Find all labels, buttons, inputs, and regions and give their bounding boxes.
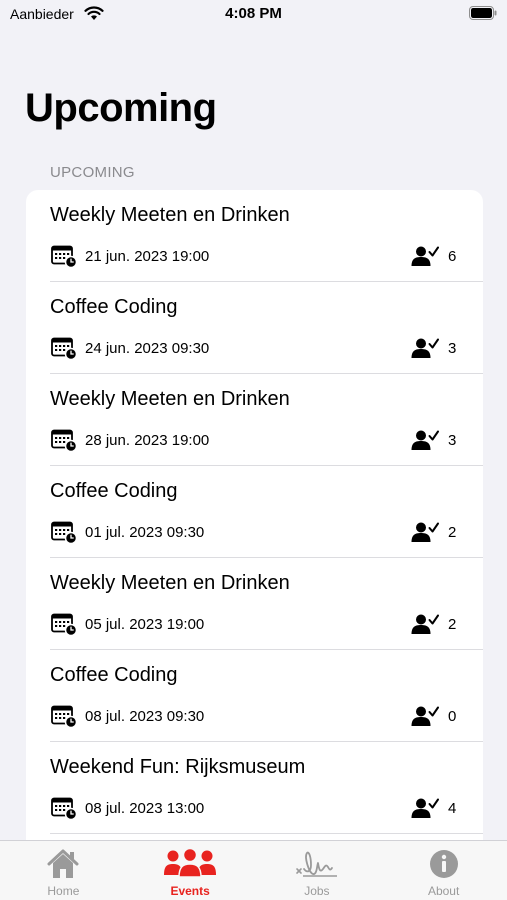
event-title: Weekly Meeten en Drinken xyxy=(50,388,290,410)
attendee-count: 0 xyxy=(448,708,457,725)
event-datetime: 01 jul. 2023 09:30 xyxy=(85,524,205,541)
section-header: UPCOMING xyxy=(50,164,135,181)
calendar-clock-icon xyxy=(51,245,77,268)
attendee-count: 3 xyxy=(448,340,457,357)
attendee-count: 3 xyxy=(448,432,457,449)
status-time: 4:08 PM xyxy=(225,5,282,22)
calendar-clock-icon xyxy=(51,705,77,728)
event-row[interactable]: Coffee Coding 08 jul. 2023 09:30 0 xyxy=(26,650,483,742)
status-bar: Aanbieder 4:08 PM xyxy=(0,0,507,30)
calendar-clock-icon xyxy=(51,521,77,544)
event-row[interactable]: Weekly Meeten en Drinken 28 jun. 2023 19… xyxy=(26,374,483,466)
tab-events-label: Events xyxy=(170,884,210,898)
tab-events[interactable]: Events xyxy=(127,841,254,900)
signature-icon xyxy=(296,851,337,877)
person-checkmark-icon xyxy=(411,430,439,450)
tab-bar: Home Events Jobs About xyxy=(0,840,507,900)
event-title: Coffee Coding xyxy=(50,664,178,686)
person-checkmark-icon xyxy=(411,798,439,818)
calendar-clock-icon xyxy=(51,429,77,452)
event-row[interactable]: Weekend Fun: Rijksmuseum 08 jul. 2023 13… xyxy=(26,742,483,834)
events-list: Weekly Meeten en Drinken 21 jun. 2023 19… xyxy=(26,190,483,890)
event-datetime: 08 jul. 2023 09:30 xyxy=(85,708,205,725)
info-icon xyxy=(429,850,458,878)
event-title: Coffee Coding xyxy=(50,480,178,502)
event-title: Coffee Coding xyxy=(50,296,178,318)
attendee-count: 4 xyxy=(448,800,457,817)
group-icon xyxy=(164,847,217,878)
event-row[interactable]: Weekly Meeten en Drinken 21 jun. 2023 19… xyxy=(26,190,483,282)
person-checkmark-icon xyxy=(411,338,439,358)
tab-home-label: Home xyxy=(47,884,80,898)
tab-about-label: About xyxy=(427,884,460,898)
event-datetime: 24 jun. 2023 09:30 xyxy=(85,340,210,357)
person-checkmark-icon xyxy=(411,706,439,726)
tab-about[interactable]: About xyxy=(380,841,507,900)
attendee-count: 2 xyxy=(448,616,457,633)
page-title: Upcoming xyxy=(25,86,217,130)
event-datetime: 21 jun. 2023 19:00 xyxy=(85,248,210,265)
house-icon xyxy=(47,849,79,878)
calendar-clock-icon xyxy=(51,337,77,360)
person-checkmark-icon xyxy=(411,522,439,542)
event-row[interactable]: Coffee Coding 24 jun. 2023 09:30 3 xyxy=(26,282,483,374)
event-datetime: 08 jul. 2023 13:00 xyxy=(85,800,205,817)
event-title: Weekend Fun: Rijksmuseum xyxy=(50,756,306,778)
person-checkmark-icon xyxy=(411,614,439,634)
calendar-clock-icon xyxy=(51,613,77,636)
tab-jobs-label: Jobs xyxy=(304,884,330,898)
event-title: Weekly Meeten en Drinken xyxy=(50,572,290,594)
attendee-count: 6 xyxy=(448,248,457,265)
person-checkmark-icon xyxy=(411,246,439,266)
event-row[interactable]: Coffee Coding 01 jul. 2023 09:30 2 xyxy=(26,466,483,558)
tab-home[interactable]: Home xyxy=(0,841,127,900)
attendee-count: 2 xyxy=(448,524,457,541)
screen: Aanbieder 4:08 PM Upcoming UPCOMING Week… xyxy=(0,0,507,900)
event-datetime: 28 jun. 2023 19:00 xyxy=(85,432,210,449)
event-datetime: 05 jul. 2023 19:00 xyxy=(85,616,205,633)
tab-jobs[interactable]: Jobs xyxy=(254,841,381,900)
calendar-clock-icon xyxy=(51,797,77,820)
battery-icon xyxy=(469,6,497,20)
event-row[interactable]: Weekly Meeten en Drinken 05 jul. 2023 19… xyxy=(26,558,483,650)
event-title: Weekly Meeten en Drinken xyxy=(50,204,290,226)
